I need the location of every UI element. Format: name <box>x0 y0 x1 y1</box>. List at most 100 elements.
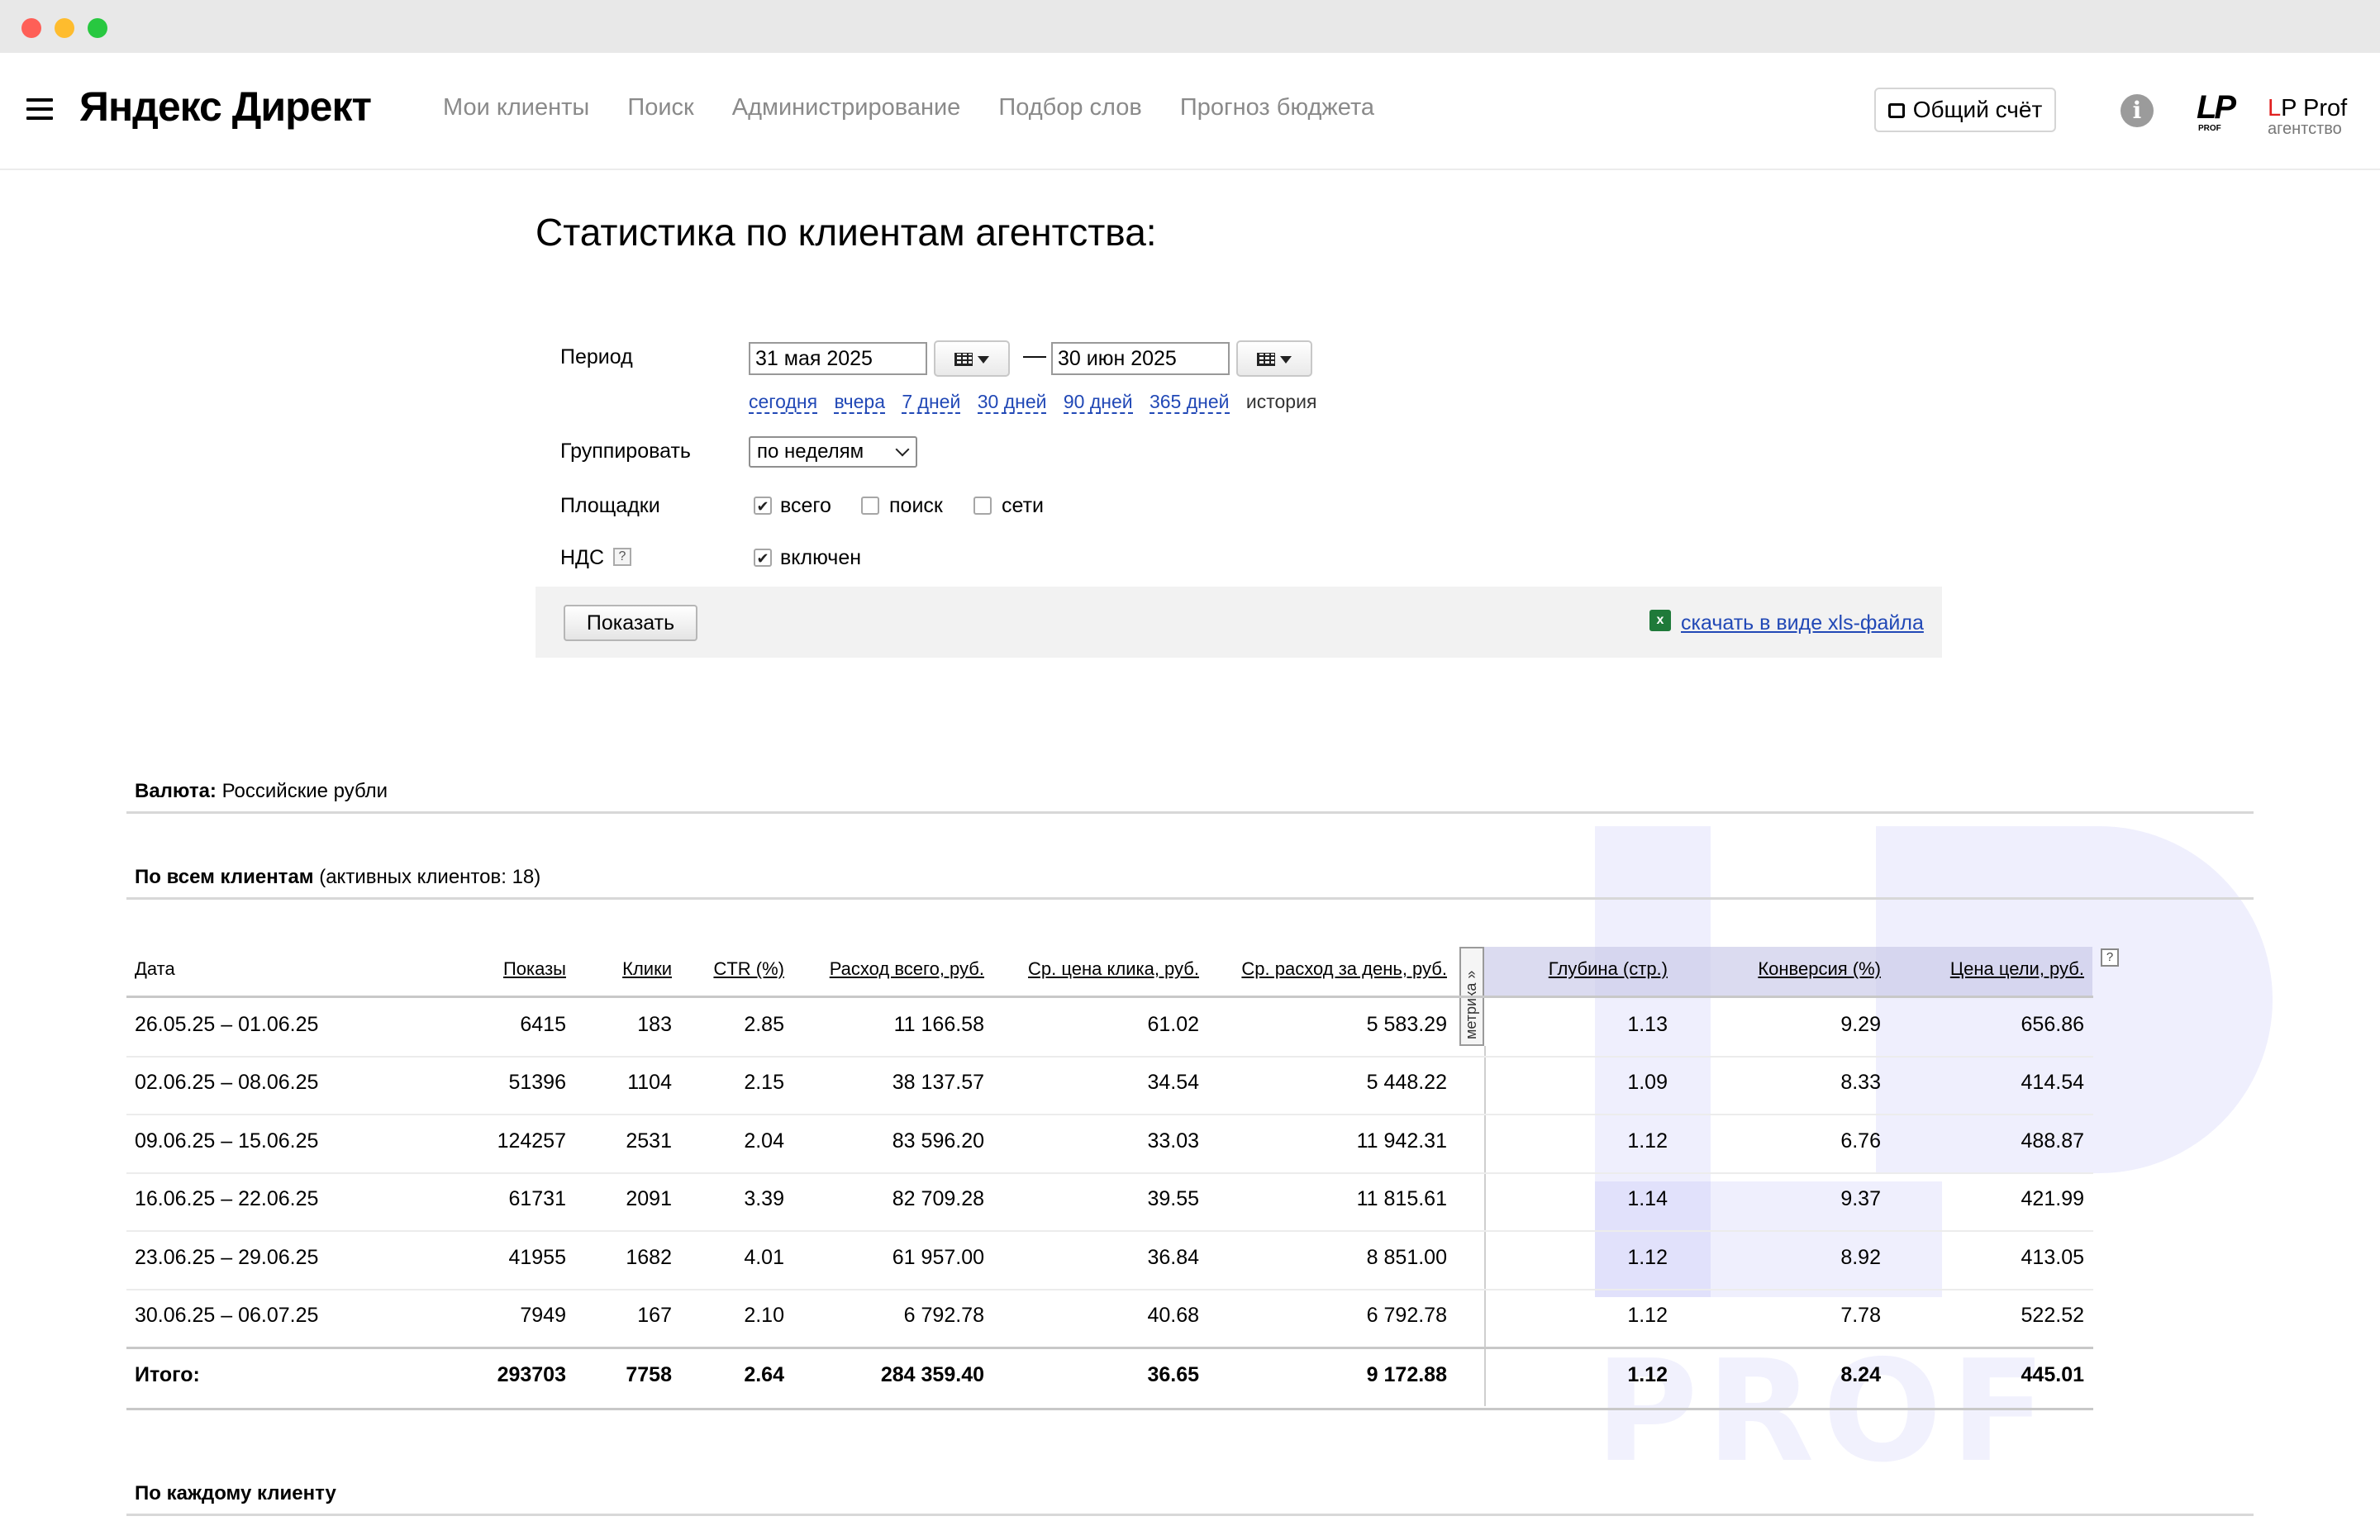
lp-logo-subtext: PROF <box>2198 124 2221 133</box>
cell-spend-total: 82 709.28 <box>892 1187 984 1211</box>
agency-account[interactable]: LP Prof агентство <box>2268 96 2347 137</box>
vat-label: НДС <box>560 546 605 569</box>
show-button[interactable]: Показать <box>564 605 697 641</box>
calendar-icon <box>954 353 973 366</box>
metrika-help-icon[interactable]: ? <box>2101 948 2119 967</box>
places-all-checkbox[interactable]: ✔ <box>754 497 772 515</box>
each-client-label: По каждому клиенту <box>135 1482 336 1504</box>
minimize-window-button[interactable] <box>55 18 74 38</box>
agency-name-rest: P Prof <box>2281 95 2348 121</box>
nav-administration[interactable]: Администрирование <box>732 94 961 121</box>
info-icon[interactable]: i <box>2121 94 2154 127</box>
date-from-input[interactable]: 31 мая 2025 <box>749 342 927 375</box>
watermark-text: PROF <box>1595 1330 2055 1494</box>
quick-30-days[interactable]: 30 дней <box>977 391 1047 414</box>
cell-ctr: 2.85 <box>744 1013 784 1036</box>
cell-avg-cpc: 61.02 <box>1147 1013 1199 1036</box>
total-divider <box>126 1347 2093 1349</box>
table-bottom-divider <box>126 1408 2093 1411</box>
col-clicks[interactable]: Клики <box>622 958 672 980</box>
nav-budget-forecast[interactable]: Прогноз бюджета <box>1180 94 1374 121</box>
cell-avg-daily-spend: 11 815.61 <box>1356 1187 1447 1211</box>
places-networks-checkbox[interactable] <box>973 497 992 515</box>
date-range-dash: — <box>1023 342 1046 368</box>
total-depth: 1.12 <box>1627 1363 1668 1387</box>
metrika-tab-label: метрика » <box>1463 970 1479 1039</box>
total-ctr: 2.64 <box>744 1363 784 1387</box>
cell-ctr: 3.39 <box>744 1187 784 1211</box>
lp-prof-logo[interactable]: LP PROF <box>2197 89 2241 133</box>
col-spend-total[interactable]: Расход всего, руб. <box>830 958 984 980</box>
nav-search[interactable]: Поиск <box>627 94 693 121</box>
cell-clicks: 1104 <box>627 1071 672 1095</box>
maximize-window-button[interactable] <box>88 18 107 38</box>
date-to-input[interactable]: 30 июн 2025 <box>1051 342 1230 375</box>
excel-icon: x <box>1649 610 1671 631</box>
section-divider <box>126 1514 2254 1516</box>
page-title: Статистика по клиентам агентства: <box>536 211 1157 254</box>
cell-depth: 1.12 <box>1627 1129 1668 1153</box>
date-from-calendar-button[interactable] <box>934 340 1010 377</box>
shared-account-button[interactable]: Общий счёт <box>1874 88 2056 132</box>
total-avg-daily-spend: 9 172.88 <box>1366 1363 1447 1387</box>
col-depth[interactable]: Глубина (стр.) <box>1549 958 1668 980</box>
quick-7-days[interactable]: 7 дней <box>902 391 961 414</box>
quick-365-days[interactable]: 365 дней <box>1149 391 1230 414</box>
cell-goal-cost: 414.54 <box>2021 1071 2084 1095</box>
cell-date: 23.06.25 – 29.06.25 <box>135 1245 319 1269</box>
lp-logo-text: LP <box>2197 89 2236 126</box>
col-date: Дата <box>135 958 175 979</box>
table-row-divider <box>126 1114 2093 1116</box>
cell-clicks: 2091 <box>626 1187 672 1211</box>
period-label: Период <box>560 345 633 368</box>
places-search-checkbox[interactable] <box>861 497 879 515</box>
wallet-icon <box>1887 103 1905 118</box>
cell-impressions: 7949 <box>520 1304 566 1327</box>
cell-avg-cpc: 39.55 <box>1147 1187 1199 1211</box>
col-impressions[interactable]: Показы <box>503 958 566 980</box>
agency-role: агентство <box>2268 120 2342 138</box>
form-action-bar: Показать x скачать в виде xls-файла <box>536 587 1942 658</box>
cell-avg-daily-spend: 8 851.00 <box>1366 1245 1447 1269</box>
top-header: Яндекс Директ Мои клиенты Поиск Админист… <box>0 53 2380 170</box>
table-row-divider <box>126 1172 2093 1174</box>
total-spend-total: 284 359.40 <box>880 1363 984 1387</box>
nav-my-clients[interactable]: Мои клиенты <box>443 94 589 121</box>
col-conversion[interactable]: Конверсия (%) <box>1758 958 1881 980</box>
quick-today[interactable]: сегодня <box>749 391 818 414</box>
cell-avg-cpc: 40.68 <box>1147 1304 1199 1327</box>
download-xls-link[interactable]: скачать в виде xls-файла <box>1681 611 1924 635</box>
vat-checkbox[interactable]: ✔ <box>754 549 772 567</box>
agency-name-initial: L <box>2268 95 2282 121</box>
section-divider <box>126 811 2254 814</box>
cell-date: 26.05.25 – 01.06.25 <box>135 1013 319 1036</box>
date-to-calendar-button[interactable] <box>1236 340 1312 377</box>
vat-help-icon[interactable]: ? <box>613 548 631 566</box>
close-window-button[interactable] <box>21 18 41 38</box>
cell-avg-cpc: 34.54 <box>1147 1071 1199 1095</box>
cell-clicks: 1682 <box>626 1245 672 1269</box>
col-avg-cpc[interactable]: Ср. цена клика, руб. <box>1028 958 1199 980</box>
col-goal-cost[interactable]: Цена цели, руб. <box>1950 958 2084 980</box>
quick-90-days[interactable]: 90 дней <box>1063 391 1133 414</box>
metrika-separator <box>1484 1046 1486 1406</box>
cell-impressions: 61731 <box>508 1187 566 1211</box>
quick-period-links: сегодня вчера 7 дней 30 дней 90 дней 365… <box>749 391 1316 414</box>
brand-logo[interactable]: Яндекс Директ <box>79 83 372 131</box>
cell-impressions: 124257 <box>497 1129 566 1153</box>
cell-ctr: 2.04 <box>744 1129 784 1153</box>
nav-word-selection[interactable]: Подбор слов <box>998 94 1141 121</box>
cell-depth: 1.12 <box>1627 1245 1668 1269</box>
total-impressions: 293703 <box>497 1363 566 1387</box>
total-date: Итого: <box>135 1363 200 1387</box>
col-ctr[interactable]: CTR (%) <box>713 958 784 980</box>
quick-yesterday[interactable]: вчера <box>834 391 885 414</box>
group-select[interactable]: по неделям <box>749 436 917 468</box>
table-row-divider <box>126 1288 2093 1290</box>
cell-depth: 1.12 <box>1627 1304 1668 1327</box>
menu-icon[interactable] <box>26 98 53 120</box>
col-avg-daily-spend[interactable]: Ср. расход за день, руб. <box>1241 958 1447 980</box>
cell-conversion: 9.29 <box>1840 1013 1881 1036</box>
cell-goal-cost: 413.05 <box>2021 1245 2084 1269</box>
total-avg-cpc: 36.65 <box>1147 1363 1199 1387</box>
